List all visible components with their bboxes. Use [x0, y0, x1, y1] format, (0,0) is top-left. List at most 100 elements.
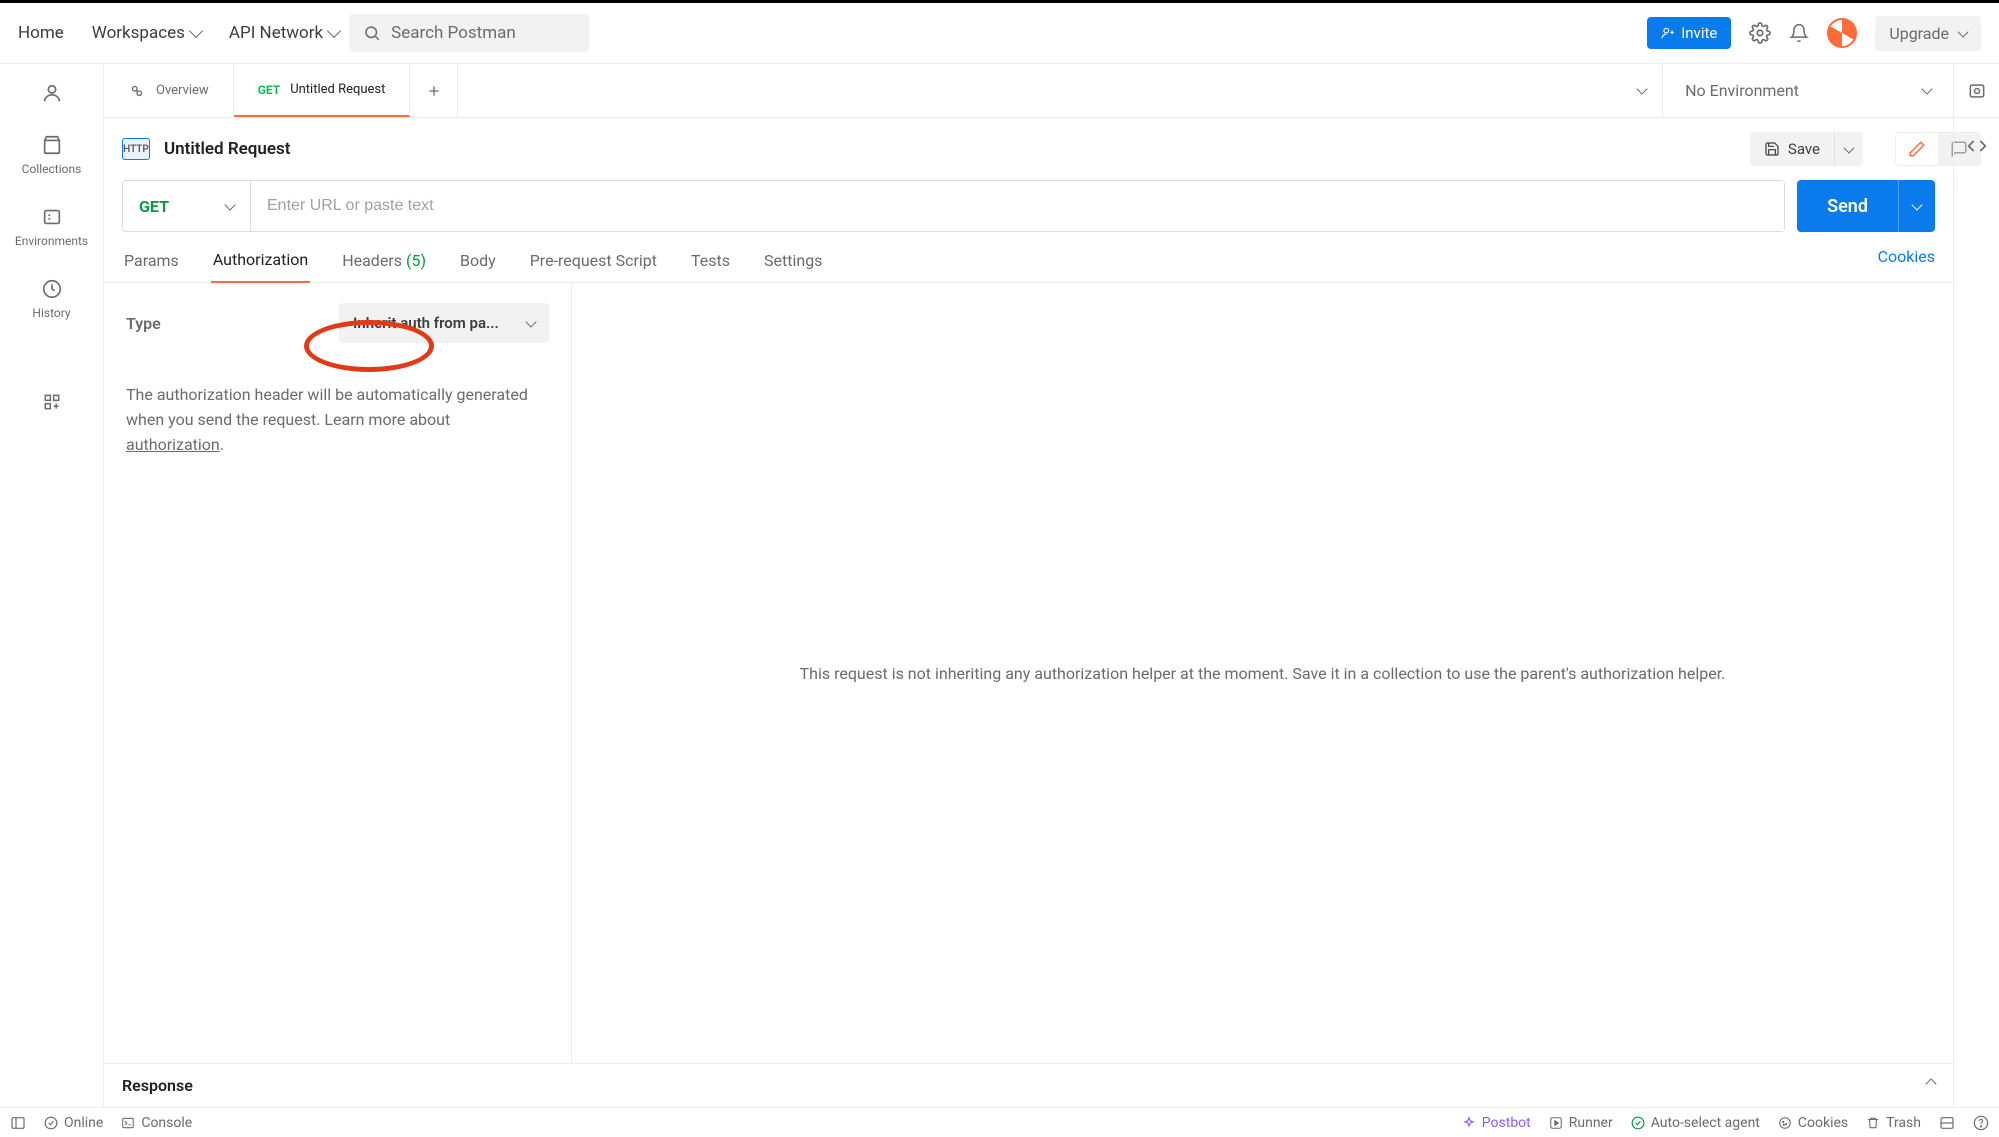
check-circle-icon [1631, 1116, 1645, 1130]
auth-type-select[interactable]: Inherit auth from pa... [339, 303, 549, 343]
chevron-down-icon [525, 316, 536, 327]
request-subtabs: Params Authorization Headers (5) Body Pr… [104, 232, 1953, 283]
environment-look-icon[interactable] [1953, 64, 1999, 117]
auth-type-value: Inherit auth from pa... [353, 314, 499, 332]
chevron-down-icon [224, 199, 235, 210]
tab-list-dropdown[interactable] [1622, 64, 1662, 117]
user-avatar[interactable] [1827, 18, 1857, 48]
tab-overview-label: Overview [156, 83, 209, 98]
search-icon [363, 24, 381, 42]
subtab-body[interactable]: Body [458, 243, 498, 282]
console-icon [121, 1116, 135, 1130]
right-rail [1953, 118, 1999, 1107]
chevron-down-icon [189, 24, 203, 38]
send-button[interactable]: Send [1797, 180, 1935, 232]
nav-workspaces-label: Workspaces [92, 23, 185, 43]
env-quicklook-icon [1967, 81, 1987, 101]
rail-environments[interactable]: Environments [0, 202, 103, 252]
auth-empty-message: This request is not inheriting any autho… [800, 664, 1726, 683]
tab-method-badge: GET [258, 83, 280, 97]
status-auto-agent[interactable]: Auto-select agent [1631, 1115, 1760, 1131]
environment-dropdown[interactable]: No Environment [1662, 64, 1953, 117]
save-icon [1764, 141, 1780, 157]
nav-workspaces[interactable]: Workspaces [92, 23, 201, 43]
auth-right-pane: This request is not inheriting any autho… [572, 283, 1953, 1063]
response-bar[interactable]: Response [104, 1063, 1953, 1107]
environments-icon [41, 206, 63, 228]
subtab-params[interactable]: Params [122, 243, 181, 282]
status-trash[interactable]: Trash [1866, 1115, 1921, 1131]
auth-type-label: Type [126, 314, 161, 333]
url-row: GET Send [104, 176, 1953, 232]
status-runner[interactable]: Runner [1549, 1115, 1613, 1131]
overview-icon [128, 82, 146, 100]
chevron-down-icon [1911, 199, 1922, 210]
send-label: Send [1797, 196, 1898, 217]
headers-count: (5) [406, 251, 426, 270]
top-navbar: Home Workspaces API Network Search Postm… [0, 0, 1999, 64]
plus-icon [426, 83, 442, 99]
save-button[interactable]: Save [1750, 132, 1834, 166]
tab-add-button[interactable] [410, 64, 458, 117]
check-circle-icon [44, 1116, 58, 1130]
status-postbot[interactable]: Postbot [1462, 1115, 1531, 1131]
subtab-authorization[interactable]: Authorization [211, 242, 310, 283]
play-icon [1549, 1116, 1563, 1130]
chevron-down-icon [1636, 83, 1647, 94]
auth-panel: Type Inherit auth from pa... The authori… [104, 283, 1953, 1063]
method-select[interactable]: GET [123, 181, 251, 231]
nav-home-label: Home [18, 23, 64, 43]
invite-label: Invite [1681, 24, 1717, 42]
help-icon [1973, 1115, 1989, 1131]
rail-collections[interactable]: Collections [0, 130, 103, 180]
rail-environments-label: Environments [15, 234, 88, 248]
nav-left: Home Workspaces API Network [18, 23, 339, 43]
invite-button[interactable]: Invite [1647, 17, 1731, 49]
upgrade-button[interactable]: Upgrade [1875, 16, 1981, 51]
search-placeholder: Search Postman [391, 23, 516, 43]
notifications-icon[interactable] [1789, 23, 1809, 43]
save-dropdown[interactable] [1834, 132, 1863, 166]
subtab-tests[interactable]: Tests [689, 243, 732, 282]
history-icon [41, 278, 63, 300]
subtab-settings[interactable]: Settings [762, 243, 824, 282]
send-dropdown[interactable] [1898, 180, 1935, 232]
collections-icon [41, 134, 63, 156]
rail-history-label: History [32, 306, 70, 320]
trash-icon [1866, 1116, 1880, 1130]
status-online[interactable]: Online [44, 1115, 103, 1131]
topbar-right: Invite Upgrade [1647, 16, 1981, 51]
nav-api-network[interactable]: API Network [229, 23, 339, 43]
rail-history[interactable]: History [0, 274, 103, 324]
url-box: GET [122, 180, 1785, 232]
settings-icon[interactable] [1749, 22, 1771, 44]
nav-home[interactable]: Home [18, 23, 64, 43]
auth-learn-link[interactable]: authorization [126, 435, 220, 454]
left-rail: Collections Environments History [0, 64, 104, 1107]
auth-description: The authorization header will be automat… [126, 383, 549, 457]
tab-request-title: Untitled Request [290, 82, 385, 97]
code-pane-icon[interactable] [1967, 136, 1987, 156]
subtab-headers[interactable]: Headers (5) [340, 243, 428, 282]
url-input[interactable] [251, 181, 1784, 231]
status-cookies[interactable]: Cookies [1778, 1115, 1848, 1131]
panel-icon [10, 1115, 26, 1131]
edit-button[interactable] [1896, 133, 1938, 165]
status-help-icon[interactable] [1973, 1115, 1989, 1131]
tab-overview[interactable]: Overview [104, 64, 234, 117]
global-search[interactable]: Search Postman [349, 14, 589, 52]
subtab-prerequest[interactable]: Pre-request Script [528, 243, 659, 282]
status-console[interactable]: Console [121, 1115, 192, 1131]
invite-icon [1661, 26, 1675, 40]
cookies-link[interactable]: Cookies [1878, 247, 1935, 278]
workspace-tabbar: Overview GET Untitled Request No Environ… [104, 64, 1999, 118]
chevron-up-icon [1925, 1078, 1936, 1089]
upgrade-label: Upgrade [1889, 24, 1949, 43]
rail-more-icon[interactable] [0, 388, 103, 416]
cookie-icon [1778, 1116, 1792, 1130]
status-panel-icon[interactable] [10, 1115, 26, 1131]
tab-request-active[interactable]: GET Untitled Request [234, 64, 411, 117]
rail-user-icon[interactable] [0, 78, 103, 108]
status-bar: Online Console Postbot Runner Auto-selec… [0, 1107, 1999, 1137]
status-two-pane-icon[interactable] [1939, 1115, 1955, 1131]
